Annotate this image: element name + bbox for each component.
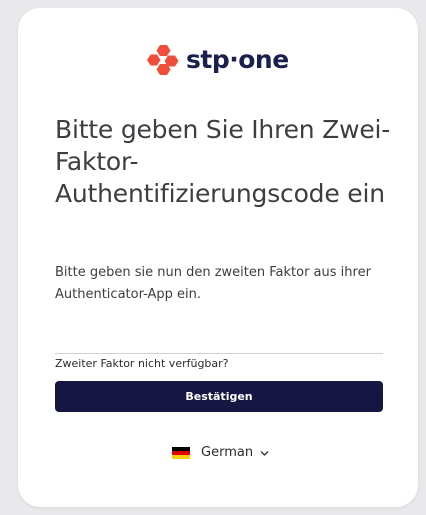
instruction-text: Bitte geben sie nun den zweiten Faktor a… [55,265,371,302]
login-card: stp·one Bitte geben Sie Ihren Zwei-Fakto… [18,8,418,507]
second-factor-unavailable-link[interactable]: Zweiter Faktor nicht verfügbar? [55,356,229,372]
brand-name: stp·one [186,45,289,74]
flag-germany-icon [172,446,190,460]
brand-logo: stp·one [146,44,289,76]
language-selector[interactable]: German [172,444,269,462]
language-label: German [201,445,254,460]
page-title: Bitte geben Sie Ihren Zwei-Faktor-Authen… [55,115,391,208]
two-factor-code-input[interactable] [55,324,383,354]
confirm-button[interactable]: Bestätigen [55,381,383,412]
chevron-down-icon [260,450,269,456]
stp-one-logo-icon [147,45,179,75]
